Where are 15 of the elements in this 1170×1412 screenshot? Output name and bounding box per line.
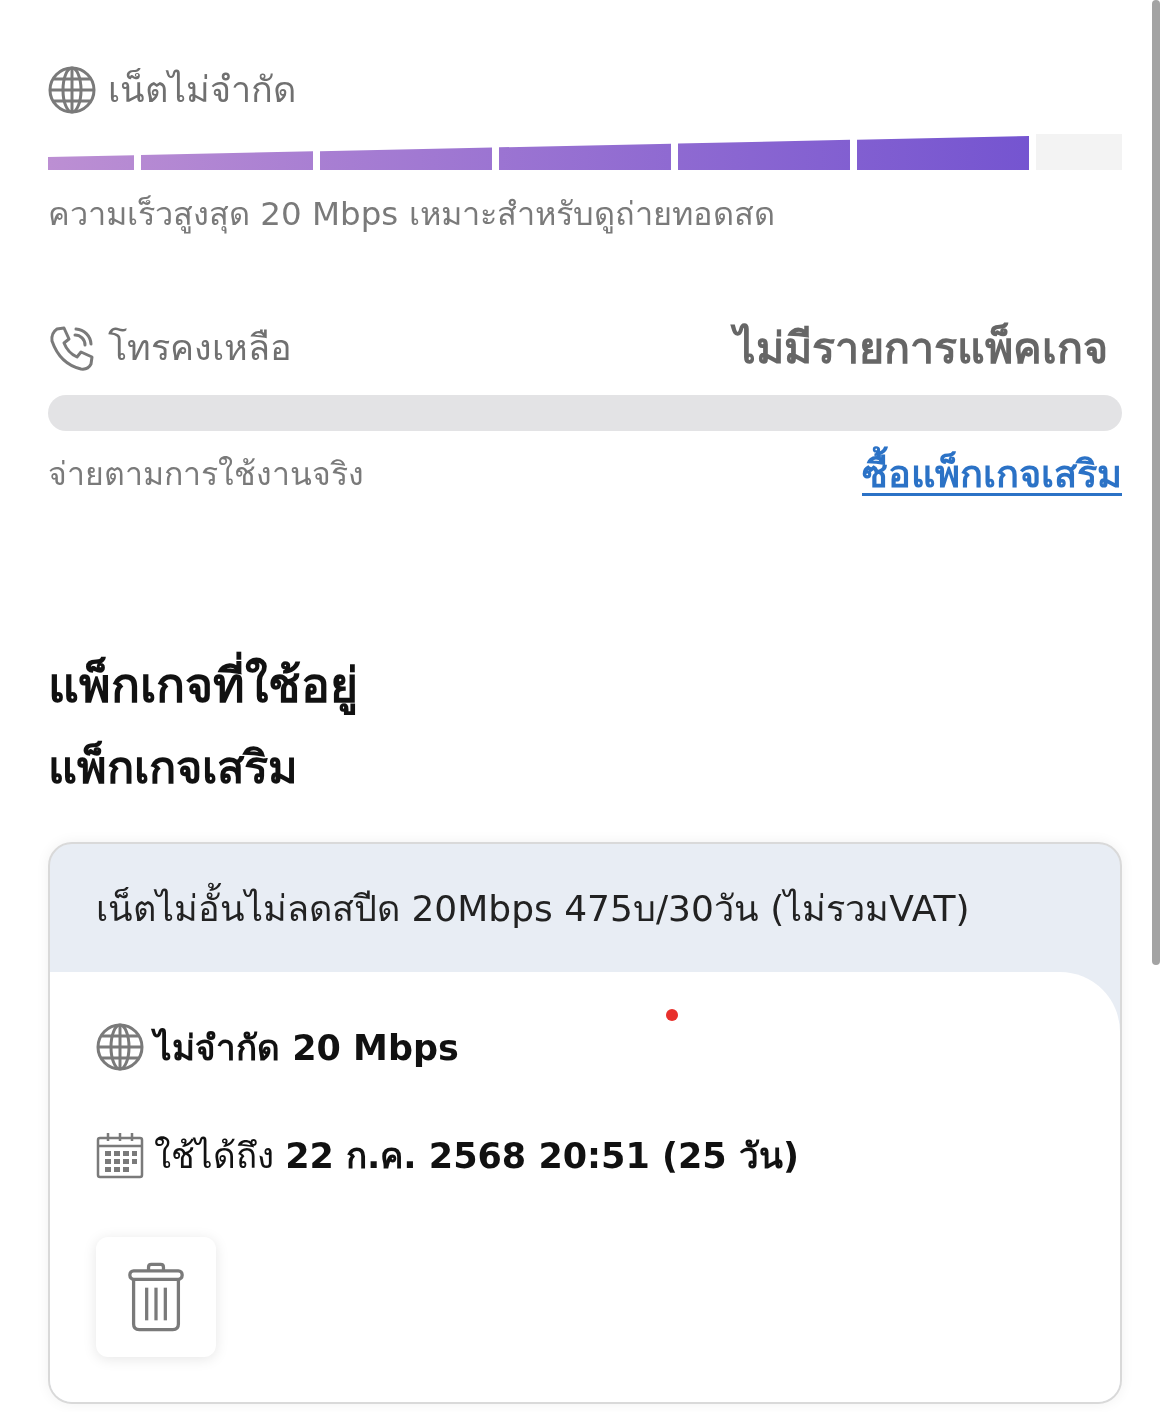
section-title: เน็ตไม่จำกัด: [108, 67, 296, 112]
notification-dot-icon: [666, 1009, 678, 1021]
delete-button[interactable]: [96, 1237, 216, 1357]
calendar-icon: [96, 1131, 144, 1179]
globe-icon: [96, 1023, 144, 1071]
scrollbar-thumb[interactable]: [1152, 0, 1160, 965]
phone-icon: [48, 324, 96, 372]
trash-icon: [128, 1262, 184, 1332]
billing-caption: จ่ายตามการใช้งานจริง: [48, 453, 364, 495]
globe-icon: [48, 66, 96, 114]
package-name: เน็ตไม่อั้นไม่ลดสปีด 20Mbps 475บ/30วัน (ไม่รวมVAT): [96, 879, 970, 937]
package-feature: ใช้ได้ถึง 22 ก.ค. 2568 20:51 (25 วัน): [154, 1134, 799, 1178]
speed-caption: ความเร็วสูงสุด 20 Mbps เหมาะสำหรับดูถ่ายทอดสด: [48, 194, 776, 236]
buy-addon-link[interactable]: ซื้อแพ็กเกจเสริม: [862, 442, 1122, 504]
section-title: โทรคงเหลือ: [108, 326, 292, 370]
